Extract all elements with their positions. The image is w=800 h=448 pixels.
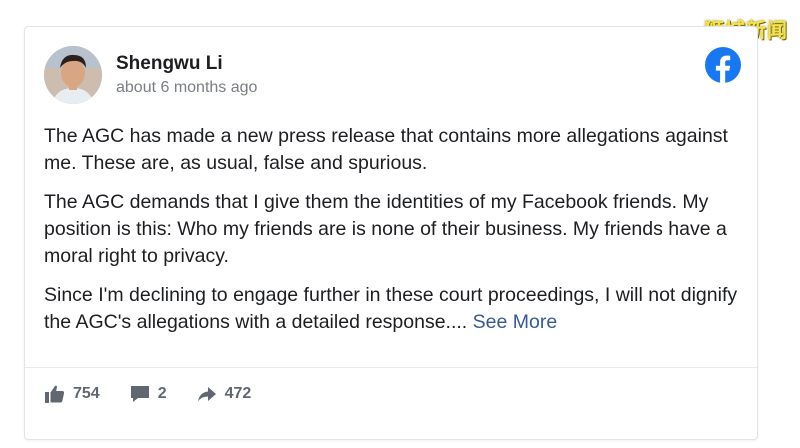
like-count-button[interactable]: 754 (45, 385, 100, 403)
post-body: The AGC has made a new press release tha… (44, 123, 744, 348)
author-name[interactable]: Shengwu Li (116, 53, 223, 75)
share-arrow-icon (197, 387, 216, 402)
avatar[interactable] (44, 46, 102, 104)
comment-count-button[interactable]: 2 (130, 385, 167, 403)
share-count-button[interactable]: 472 (197, 385, 252, 403)
thumbs-up-icon (45, 385, 65, 403)
facebook-icon (705, 47, 741, 83)
see-more-link[interactable]: See More (473, 311, 558, 333)
share-count: 472 (224, 385, 252, 402)
post-timestamp[interactable]: about 6 months ago (116, 79, 257, 97)
post-stats: 754 2 472 (45, 385, 281, 403)
post-paragraph-text: Since I'm declining to engage further in… (44, 284, 738, 333)
comment-count: 2 (157, 385, 167, 402)
like-count: 754 (73, 385, 100, 402)
avatar-image (44, 46, 102, 104)
comment-bubble-icon (130, 386, 149, 402)
divider (25, 367, 757, 368)
post-paragraph: The AGC demands that I give them the ide… (44, 191, 727, 267)
post-paragraph: The AGC has made a new press release tha… (44, 125, 728, 174)
facebook-post-card: Shengwu Li about 6 months ago The AGC ha… (24, 26, 758, 440)
post-paragraph-last: Since I'm declining to engage further in… (44, 282, 744, 336)
